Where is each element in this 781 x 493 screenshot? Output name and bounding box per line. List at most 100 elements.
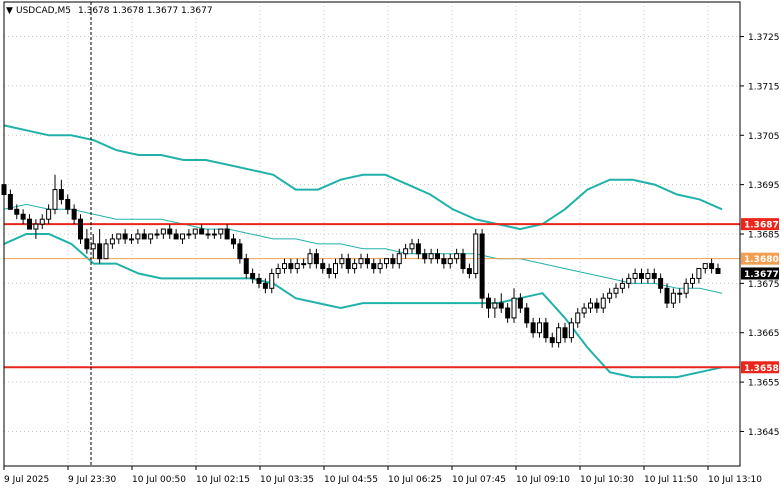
candle-body-bull [696, 268, 702, 279]
candle-body-bull [46, 208, 52, 220]
candle [473, 229, 479, 279]
x-tick-label: 10 Jul 09:10 [516, 475, 570, 485]
candle-body-bull [192, 228, 198, 235]
candle-body-bear [250, 272, 256, 279]
candle-body-bull [294, 263, 300, 270]
candle-body-bull [282, 263, 287, 270]
candle-body-bear [141, 233, 147, 240]
candle-body-bull [607, 292, 613, 299]
candle-body-bull [600, 297, 606, 309]
candle-body-bull [52, 189, 58, 210]
candle-body-bull [492, 302, 498, 309]
candle-body-bull [511, 297, 517, 319]
x-tick-label: 10 Jul 03:35 [260, 475, 314, 485]
current-price-tag-text: 1.3677 [744, 270, 779, 280]
x-tick-label: 9 Jul 2025 [4, 475, 49, 485]
candle-body-bull [339, 258, 345, 265]
candle-body-bear [320, 263, 326, 270]
candle-body-bear [715, 268, 721, 274]
candle-body-bull [447, 258, 453, 265]
candle-body-bear [639, 272, 644, 279]
x-tick-label: 10 Jul 06:25 [388, 475, 442, 485]
candle [78, 214, 83, 244]
chart-header: ▼ USDCAD,M5 1.3678 1.3678 1.3677 1.3677 [6, 6, 213, 16]
candle-body-bull [186, 233, 192, 236]
candle-body-bull [116, 233, 122, 240]
candle-body-bull [154, 233, 160, 236]
candle-body-bull [275, 268, 281, 274]
candle-body-bear [237, 243, 243, 260]
x-tick-label: 10 Jul 04:55 [324, 475, 378, 485]
candle-body-bear [14, 208, 20, 215]
candle-body-bull [90, 243, 96, 250]
candle-body-bear [441, 258, 447, 265]
candle-body-bear [505, 307, 511, 319]
chart-window[interactable]: 1.3725 1.3715 1.3705 1.3695 1.3685 1.3675 1.36… [0, 0, 781, 489]
candle-body-bear [460, 253, 466, 270]
chart-menu-icon[interactable]: ▼ [6, 6, 13, 16]
candle-body-bull [556, 327, 562, 344]
candle-body-bear [658, 277, 664, 289]
candle-body-bull [428, 253, 434, 260]
candle-body-bear [345, 258, 351, 270]
candle-body-bull [645, 272, 651, 279]
candle-body-bear [262, 282, 268, 289]
candle-body-bull [109, 238, 115, 245]
y-tick-label: 1.3675 [748, 280, 780, 290]
candle-body-bear [562, 327, 568, 339]
x-tick-label: 10 Jul 10:30 [580, 475, 634, 485]
price-tags: 1.3687 1.3680 1.3677 1.3658 [741, 218, 779, 374]
candle-body-bull [218, 228, 224, 235]
candle-body-bull [537, 322, 542, 334]
candle-body-bull [307, 253, 313, 265]
candle-body-bull [301, 263, 307, 266]
candle-body-bull [588, 302, 593, 309]
candle-body-bull [333, 263, 338, 274]
candle-body-bull [160, 228, 166, 235]
candle-body-bear [84, 238, 90, 250]
candle-body-bear [517, 297, 523, 309]
x-tick-label: 10 Jul 00:50 [132, 475, 186, 485]
candle-body-bear [71, 208, 77, 220]
candle [479, 229, 485, 309]
candle-body-bear [390, 258, 396, 265]
candle-body-bull [683, 282, 689, 294]
candle-body-bull [148, 233, 154, 240]
y-tick-label: 1.3655 [748, 379, 780, 389]
candle-body-bear [549, 337, 555, 344]
ohlc-readout: 1.3678 1.3678 1.3677 1.3677 [78, 6, 213, 16]
candle-body-bear [651, 272, 657, 279]
bid-price-tag: 1.3680 [741, 252, 779, 265]
x-tick-label: 10 Jul 11:50 [644, 475, 698, 485]
candle-body-bull [454, 253, 460, 260]
candle-body-bear [173, 233, 179, 240]
candle-body-bull [39, 218, 45, 225]
candle-body-bear [58, 189, 64, 200]
candle-body-bear [498, 302, 504, 309]
candle-body-bear [479, 233, 485, 299]
support-price-tag: 1.3658 [741, 361, 779, 374]
candle-body-bear [709, 263, 715, 270]
candle-body-bear [288, 263, 294, 270]
candle-body-bull [396, 253, 402, 265]
candle-body-bull [619, 282, 625, 289]
candle-body-bear [199, 228, 205, 235]
candle-body-bull [129, 238, 134, 241]
y-tick-label: 1.3645 [748, 428, 780, 438]
price-chart[interactable]: 1.37251.37151.37051.36951.36851.36751.36… [0, 0, 781, 489]
candle-body-bull [409, 243, 415, 250]
x-tick-label: 10 Jul 13:10 [708, 475, 762, 485]
candle-body-bear [435, 253, 440, 260]
candle-body-bear [371, 263, 377, 270]
candle-body-bear [78, 218, 83, 240]
y-tick-label: 1.3705 [748, 132, 780, 142]
candle-body-bull [358, 258, 364, 265]
candle-body-bear [594, 302, 600, 309]
symbol-label: USDCAD,M5 [16, 6, 71, 16]
y-tick-label: 1.3725 [748, 33, 780, 43]
candle-body-bull [135, 233, 141, 240]
candle-body-bear [524, 307, 530, 324]
candle-body-bull [33, 223, 39, 230]
y-tick-label: 1.3665 [748, 329, 780, 339]
bid-price-tag-text: 1.3680 [744, 255, 779, 265]
